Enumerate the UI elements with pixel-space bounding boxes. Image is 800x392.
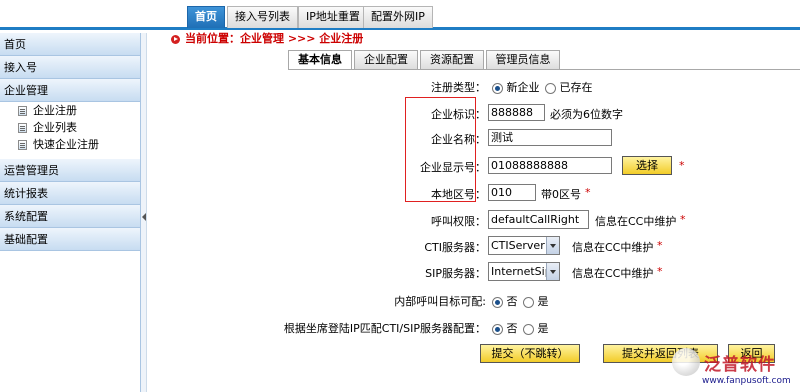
- sip-note: 信息在CC中维护: [572, 267, 654, 280]
- sidebar-subitem-register[interactable]: 企业注册: [0, 102, 140, 119]
- submit-no-redirect-button[interactable]: 提交（不跳转）: [480, 344, 580, 363]
- ip-match-label: 根据坐席登陆IP匹配CTI/SIP服务器配置：: [283, 322, 486, 335]
- arrow-circle-icon: [171, 34, 180, 44]
- radio-dot[interactable]: [492, 323, 503, 335]
- cti-select[interactable]: CTIServer: [488, 236, 560, 255]
- fanpu-logo-icon: [672, 348, 700, 376]
- call-perm-note: 信息在CC中维护: [595, 215, 677, 228]
- radio-ip-yes[interactable]: 是: [523, 320, 549, 336]
- sidebar-subitem-label: 企业注册: [33, 104, 77, 117]
- area-code-input[interactable]: 010: [488, 184, 536, 201]
- breadcrumb-text: 当前位置：企业管理 >>> 企业注册: [185, 32, 364, 45]
- radio-new-enterprise[interactable]: 新企业: [492, 79, 540, 95]
- sidebar-item-reports[interactable]: 统计报表: [0, 182, 140, 205]
- radio-label: 是: [537, 295, 549, 308]
- call-perm-label: 呼叫权限：: [431, 215, 486, 228]
- row-corp-display: 企业显示号： 01088888888 选择 *: [288, 156, 800, 175]
- sidebar: 首页 接入号 企业管理 企业注册 企业列表 快速企业注册 运营管理员 统计报表 …: [0, 33, 141, 392]
- radio-dot[interactable]: [523, 296, 534, 308]
- radio-existing[interactable]: 已存在: [545, 79, 593, 95]
- watermark: 泛普软件 www.fanpusoft.com: [668, 344, 800, 392]
- document-icon: [18, 105, 27, 116]
- radio-dot[interactable]: [492, 296, 503, 308]
- required-mark: *: [680, 213, 686, 226]
- sip-select[interactable]: InternetSip: [488, 262, 560, 281]
- required-mark: *: [679, 159, 685, 172]
- sidebar-item-home[interactable]: 首页: [0, 33, 140, 56]
- select-value: defaultCallRight: [491, 213, 580, 226]
- select-button[interactable]: 选择: [622, 156, 672, 175]
- radio-dot[interactable]: [523, 323, 534, 335]
- tab-admin-info[interactable]: 管理员信息: [486, 50, 560, 70]
- chevron-down-icon[interactable]: [546, 263, 559, 280]
- row-area-code: 本地区号： 010 带0区号 *: [288, 184, 800, 202]
- radio-label: 已存在: [559, 81, 593, 94]
- document-icon: [18, 139, 27, 150]
- radio-label: 否: [506, 322, 518, 335]
- sidebar-subitem-quick-register[interactable]: 快速企业注册: [0, 136, 140, 153]
- radio-internal-no[interactable]: 否: [492, 293, 518, 309]
- row-reg-type: 注册类型： 新企业 已存在: [288, 78, 800, 94]
- radio-ip-no[interactable]: 否: [492, 320, 518, 336]
- required-mark: *: [657, 239, 663, 252]
- radio-label: 否: [506, 295, 518, 308]
- select-value: CTIServer: [491, 239, 545, 252]
- sidebar-item-enterprise[interactable]: 企业管理: [0, 79, 140, 102]
- sidebar-subitem-label: 企业列表: [33, 121, 77, 134]
- corp-display-input[interactable]: 01088888888: [488, 157, 612, 174]
- collapse-arrow-icon[interactable]: [142, 213, 146, 221]
- row-corp-name: 企业名称： 测试: [288, 129, 800, 147]
- sidebar-item-base-config[interactable]: 基础配置: [0, 228, 140, 251]
- sidebar-item-operators[interactable]: 运营管理员: [0, 159, 140, 182]
- call-perm-select[interactable]: defaultCallRight: [488, 210, 589, 229]
- sidebar-subitem-label: 快速企业注册: [33, 138, 99, 151]
- row-sip: SIP服务器： InternetSip 信息在CC中维护 *: [288, 262, 800, 281]
- reg-type-label: 注册类型：: [431, 81, 486, 94]
- sidebar-item-access[interactable]: 接入号: [0, 56, 140, 79]
- top-tab-home[interactable]: 首页: [187, 6, 225, 28]
- tab-basic-info[interactable]: 基本信息: [288, 50, 352, 71]
- select-value: InternetSip: [491, 265, 552, 278]
- top-tab-external-ip[interactable]: 配置外网IP: [363, 6, 433, 28]
- row-ip-match: 根据坐席登陆IP匹配CTI/SIP服务器配置： 否 是: [284, 319, 800, 336]
- row-corp-id: 企业标识： 888888 必须为6位数字: [288, 104, 800, 122]
- corp-id-input[interactable]: 888888: [488, 104, 545, 121]
- radio-dot[interactable]: [492, 82, 503, 94]
- breadcrumb: 当前位置：企业管理 >>> 企业注册: [171, 32, 363, 46]
- radio-internal-yes[interactable]: 是: [523, 293, 549, 309]
- radio-dot[interactable]: [545, 82, 556, 94]
- cti-label: CTI服务器：: [424, 241, 486, 254]
- row-internal-call: 内部呼叫目标可配: 否 是: [288, 292, 800, 308]
- chevron-down-icon[interactable]: [546, 237, 559, 254]
- sidebar-item-system-config[interactable]: 系统配置: [0, 205, 140, 228]
- area-code-note: 带0区号: [541, 188, 581, 201]
- corp-name-input[interactable]: 测试: [488, 129, 612, 146]
- document-icon: [18, 122, 27, 133]
- row-call-perm: 呼叫权限： defaultCallRight 信息在CC中维护 *: [288, 210, 800, 229]
- required-mark: *: [657, 265, 663, 278]
- radio-label: 新企业: [506, 81, 540, 94]
- corp-id-note: 必须为6位数字: [550, 108, 623, 121]
- highlight-box: [405, 97, 476, 202]
- watermark-url: www.fanpusoft.com: [702, 376, 791, 386]
- sidebar-subitem-list[interactable]: 企业列表: [0, 119, 140, 136]
- top-nav-bar: 首页 接入号列表 IP地址重置 配置外网IP: [0, 0, 800, 30]
- sip-label: SIP服务器：: [425, 267, 486, 280]
- required-mark: *: [585, 186, 591, 199]
- top-tab-access-list[interactable]: 接入号列表: [227, 6, 298, 28]
- cti-note: 信息在CC中维护: [572, 241, 654, 254]
- tab-enterprise-config[interactable]: 企业配置: [354, 50, 418, 70]
- tab-resource-config[interactable]: 资源配置: [420, 50, 484, 70]
- watermark-text: 泛普软件: [704, 355, 776, 375]
- radio-label: 是: [537, 322, 549, 335]
- internal-call-label: 内部呼叫目标可配:: [394, 295, 486, 308]
- row-cti: CTI服务器： CTIServer 信息在CC中维护 *: [288, 236, 800, 255]
- top-tab-ip-reset[interactable]: IP地址重置: [298, 6, 368, 28]
- sidebar-splitter[interactable]: [141, 33, 147, 392]
